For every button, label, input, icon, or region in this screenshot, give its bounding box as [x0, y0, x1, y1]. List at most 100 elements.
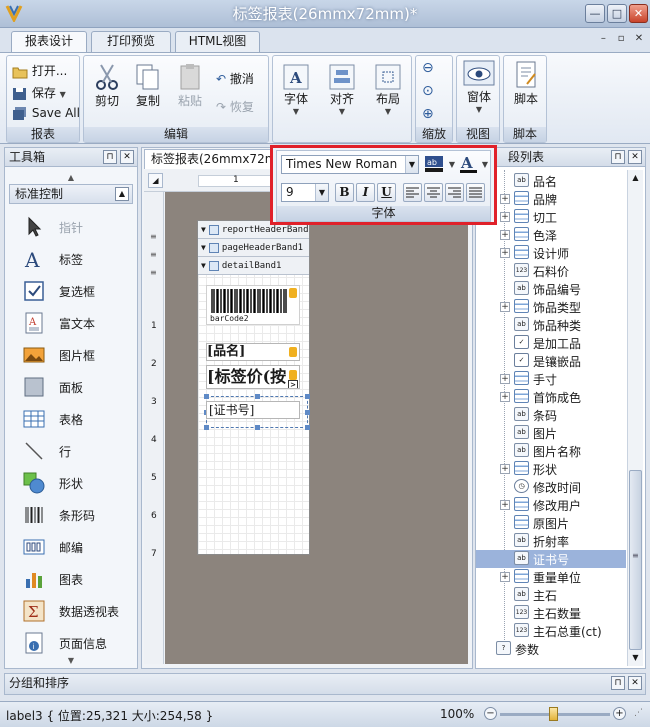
barcode-control[interactable]: barCode2 [206, 285, 300, 325]
chevron-down-icon[interactable]: ▼ [405, 156, 418, 173]
field-item[interactable]: 123 石料价 [476, 262, 626, 280]
align-left-button[interactable] [403, 183, 422, 202]
font-dropdown-button[interactable]: A 字体 ▼ [277, 64, 315, 116]
window-button[interactable]: 窗体 ▼ [459, 60, 499, 114]
tool-pivot-table[interactable]: Σ 数据透视表 [19, 598, 139, 626]
design-canvas[interactable]: ▼ reportHeaderBand1 ▼ pageHeaderBand1 ▼ det… [165, 192, 468, 664]
zoom-slider-thumb[interactable] [549, 707, 558, 721]
mdi-close-button[interactable]: ✕ [632, 32, 646, 46]
tool-chart[interactable]: 图表 [19, 566, 139, 594]
field-item[interactable]: ◷ 修改时间 [476, 478, 626, 496]
cut-button[interactable]: 剪切 [89, 62, 125, 109]
field-product-name[interactable]: [品名] [206, 343, 300, 361]
ruler-corner[interactable]: ◢ [148, 173, 163, 188]
undo-button[interactable]: ↶ 撤消 [216, 70, 254, 87]
tool-picture-box[interactable]: 图片框 [19, 342, 139, 370]
field-item[interactable]: 123 主石总重(ct) [476, 622, 626, 640]
group-sort-close-button[interactable]: ✕ [628, 676, 642, 690]
save-button[interactable]: 保存 ▼ [12, 84, 66, 101]
title-bar[interactable]: 标签报表(26mmx72mm)* — □ ✕ [0, 0, 650, 28]
band-detail[interactable]: ▼ detailBand1 [198, 257, 309, 275]
tool-checkbox[interactable]: 复选框 [19, 278, 139, 306]
zoom-minus-button[interactable]: − [484, 707, 497, 720]
field-certificate-no[interactable]: [证书号] [206, 401, 300, 419]
field-item[interactable]: ab 图片 [476, 424, 626, 442]
tab-report-design[interactable]: 报表设计 [11, 31, 87, 53]
paste-button[interactable]: 粘贴 [172, 62, 208, 109]
field-item[interactable]: + 色泽 [476, 226, 626, 244]
align-right-button[interactable] [445, 183, 464, 202]
mdi-minimize-button[interactable]: – [596, 32, 610, 46]
pin-button[interactable]: ⊓ [611, 150, 625, 164]
tool-zip-code[interactable]: 邮编 [19, 534, 139, 562]
field-item[interactable]: + 切工 [476, 208, 626, 226]
band-page-header[interactable]: ▼ pageHeaderBand1 [198, 239, 309, 257]
highlight-color-button[interactable]: ab ▼ [424, 155, 456, 174]
layout-dropdown-button[interactable]: 布局 ▼ [369, 64, 407, 116]
tool-shape[interactable]: 形状 [19, 470, 139, 498]
field-item[interactable]: + 手寸 [476, 370, 626, 388]
resize-handle[interactable] [204, 425, 209, 430]
field-item-selected[interactable]: ab 证书号 [476, 550, 626, 568]
field-item[interactable]: ab 饰品种类 [476, 316, 626, 334]
field-item[interactable]: ab 主石 [476, 586, 626, 604]
field-label-price[interactable]: [标签价(按 > [206, 365, 300, 389]
resize-handle[interactable] [255, 425, 260, 430]
mdi-restore-button[interactable]: ▫ [614, 32, 628, 46]
field-item[interactable]: 原图片 [476, 514, 626, 532]
scroll-down-icon[interactable]: ▼ [9, 656, 133, 666]
field-item[interactable]: 123 主石数量 [476, 604, 626, 622]
copy-button[interactable]: 复制 [130, 62, 166, 109]
font-name-combo[interactable]: Times New Roman ▼ [281, 155, 419, 174]
zoom-in-icon[interactable]: ⊕ [422, 106, 434, 122]
tool-table[interactable]: 表格 [19, 406, 139, 434]
field-item[interactable]: ? 参数 [476, 640, 626, 658]
expand-icon[interactable]: + [500, 464, 510, 474]
tool-page-info[interactable]: i 页面信息 [19, 630, 139, 658]
group-sort-panel[interactable]: 分组和排序 ⊓ ✕ [4, 673, 646, 695]
expand-icon[interactable]: + [500, 500, 510, 510]
font-size-combo[interactable]: 9 ▼ [281, 183, 329, 202]
zoom-plus-button[interactable]: + [613, 707, 626, 720]
field-list-close-button[interactable]: ✕ [628, 150, 642, 164]
collapse-triangle-icon[interactable]: ▼ [198, 261, 209, 270]
open-button[interactable]: 打开... [12, 62, 67, 79]
field-item[interactable]: ab 图片名称 [476, 442, 626, 460]
expand-icon[interactable]: + [500, 194, 510, 204]
resize-handle[interactable] [204, 394, 209, 399]
resize-handle[interactable] [305, 425, 310, 430]
chevron-down-icon[interactable]: ▼ [315, 184, 328, 201]
scroll-up-icon[interactable]: ▲ [9, 173, 133, 183]
scroll-down-icon[interactable]: ▼ [629, 651, 642, 665]
resize-handle[interactable] [305, 394, 310, 399]
field-item[interactable]: + 修改用户 [476, 496, 626, 514]
tool-pointer[interactable]: 指针 [19, 214, 139, 242]
italic-button[interactable]: I [356, 183, 375, 202]
align-dropdown-button[interactable]: 对齐 ▼ [323, 64, 361, 116]
collapse-icon[interactable]: ▲ [115, 187, 129, 201]
field-list-scrollbar[interactable]: ▲ ≡ ▼ [627, 170, 643, 666]
pin-button[interactable]: ⊓ [103, 150, 117, 164]
collapse-triangle-icon[interactable]: ▼ [198, 225, 209, 234]
field-item[interactable]: ab 品名 [476, 172, 626, 190]
expand-icon[interactable]: + [500, 302, 510, 312]
toolbox-section-header[interactable]: 标准控制 ▲ [9, 184, 133, 204]
tool-barcode[interactable]: 条形码 [19, 502, 139, 530]
justify-button[interactable] [466, 183, 485, 202]
field-item[interactable]: + 重量单位 [476, 568, 626, 586]
save-all-button[interactable]: Save All [12, 106, 80, 121]
resize-handle[interactable] [305, 410, 310, 415]
expand-icon[interactable]: + [500, 374, 510, 384]
redo-button[interactable]: ↷ 恢复 [216, 98, 254, 115]
tool-panel[interactable]: 面板 [19, 374, 139, 402]
script-button[interactable]: 脚本 [506, 60, 546, 107]
expand-icon[interactable]: + [500, 392, 510, 402]
scroll-thumb[interactable]: ≡ [629, 470, 642, 650]
zoom-out-icon[interactable]: ⊖ [422, 60, 434, 76]
field-item[interactable]: ab 折射率 [476, 532, 626, 550]
expand-icon[interactable]: + [500, 212, 510, 222]
field-item[interactable]: ab 条码 [476, 406, 626, 424]
font-color-button[interactable]: A ▼ [459, 154, 489, 174]
field-item[interactable]: + 品牌 [476, 190, 626, 208]
expand-icon[interactable]: + [500, 248, 510, 258]
